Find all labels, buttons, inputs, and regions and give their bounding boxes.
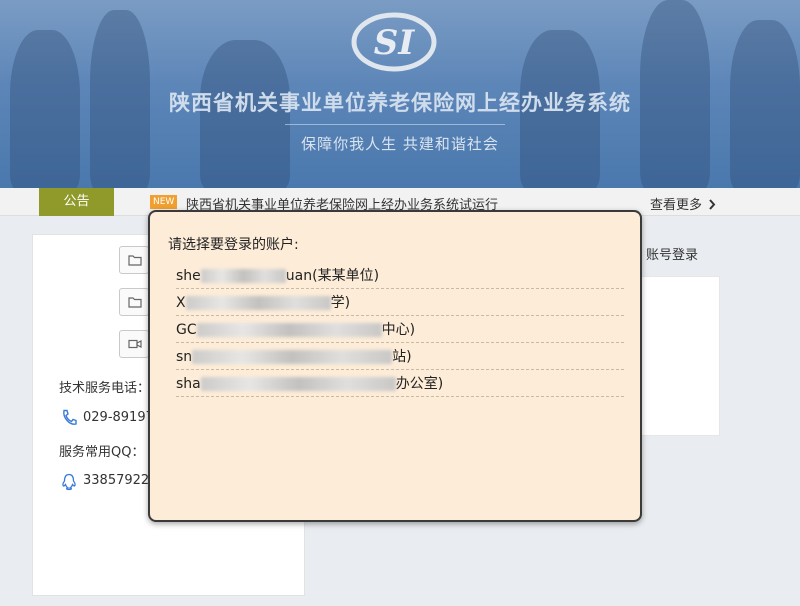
video-button[interactable] — [119, 330, 149, 358]
redacted-text — [192, 350, 393, 364]
divider — [285, 124, 505, 125]
account-prefix: she — [176, 268, 201, 284]
phone-icon — [63, 409, 77, 425]
chevron-right-icon — [709, 199, 716, 210]
account-list: she uan(某某单位) X 学) GC 中心) sn 站) sha 办公室) — [176, 262, 624, 397]
account-prefix: sn — [176, 349, 193, 365]
folder-button-1[interactable] — [119, 246, 149, 274]
account-prefix: GC — [176, 322, 197, 338]
account-suffix: 办公室) — [395, 376, 444, 392]
redacted-text — [200, 269, 286, 283]
account-suffix: 中心) — [381, 322, 416, 338]
account-item[interactable]: sn 站) — [176, 343, 624, 370]
account-item[interactable]: she uan(某某单位) — [176, 262, 624, 289]
redacted-text — [185, 296, 331, 310]
tech-phone-label: 技术服务电话： — [59, 381, 151, 396]
qq-value: 338579226 — [83, 473, 158, 488]
notice-tab[interactable]: 公告 — [39, 188, 114, 216]
new-badge: NEW — [150, 195, 178, 209]
account-item[interactable]: GC 中心) — [176, 316, 624, 343]
account-suffix: 学) — [330, 295, 351, 311]
login-form-area — [640, 276, 720, 436]
view-more-link[interactable]: 查看更多 — [650, 194, 716, 213]
account-prefix: sha — [176, 376, 201, 392]
view-more-label: 查看更多 — [650, 198, 703, 213]
folder-icon — [128, 255, 142, 266]
account-suffix: 站) — [392, 349, 412, 365]
redacted-text — [200, 377, 396, 391]
tech-phone-value: 029-89197 — [83, 410, 154, 425]
system-title: 陕西省机关事业单位养老保险网上经办业务系统 — [169, 91, 631, 115]
qq-label: 服务常用QQ： — [59, 445, 145, 460]
account-select-dialog: 请选择要登录的账户: she uan(某某单位) X 学) GC 中心) sn 站) s… — [148, 210, 642, 522]
account-item[interactable]: sha 办公室) — [176, 370, 624, 397]
video-icon — [128, 339, 142, 349]
account-suffix: uan(某某单位) — [285, 268, 380, 284]
header-banner: SI 陕西省机关事业单位养老保险网上经办业务系统 保障你我人生 共建和谐社会 — [0, 0, 800, 188]
slogan: 保障你我人生 共建和谐社会 — [301, 135, 499, 153]
folder-button-2[interactable] — [119, 288, 149, 316]
qq-icon — [62, 473, 76, 491]
svg-text:SI: SI — [374, 23, 416, 63]
dialog-title: 请选择要登录的账户: — [168, 237, 299, 253]
account-login-tab[interactable]: 账号登录 — [646, 244, 698, 263]
redacted-text — [196, 323, 382, 337]
account-item[interactable]: X 学) — [176, 289, 624, 316]
folder-icon — [128, 297, 142, 308]
si-logo: SI — [351, 12, 437, 72]
account-prefix: X — [176, 295, 186, 311]
